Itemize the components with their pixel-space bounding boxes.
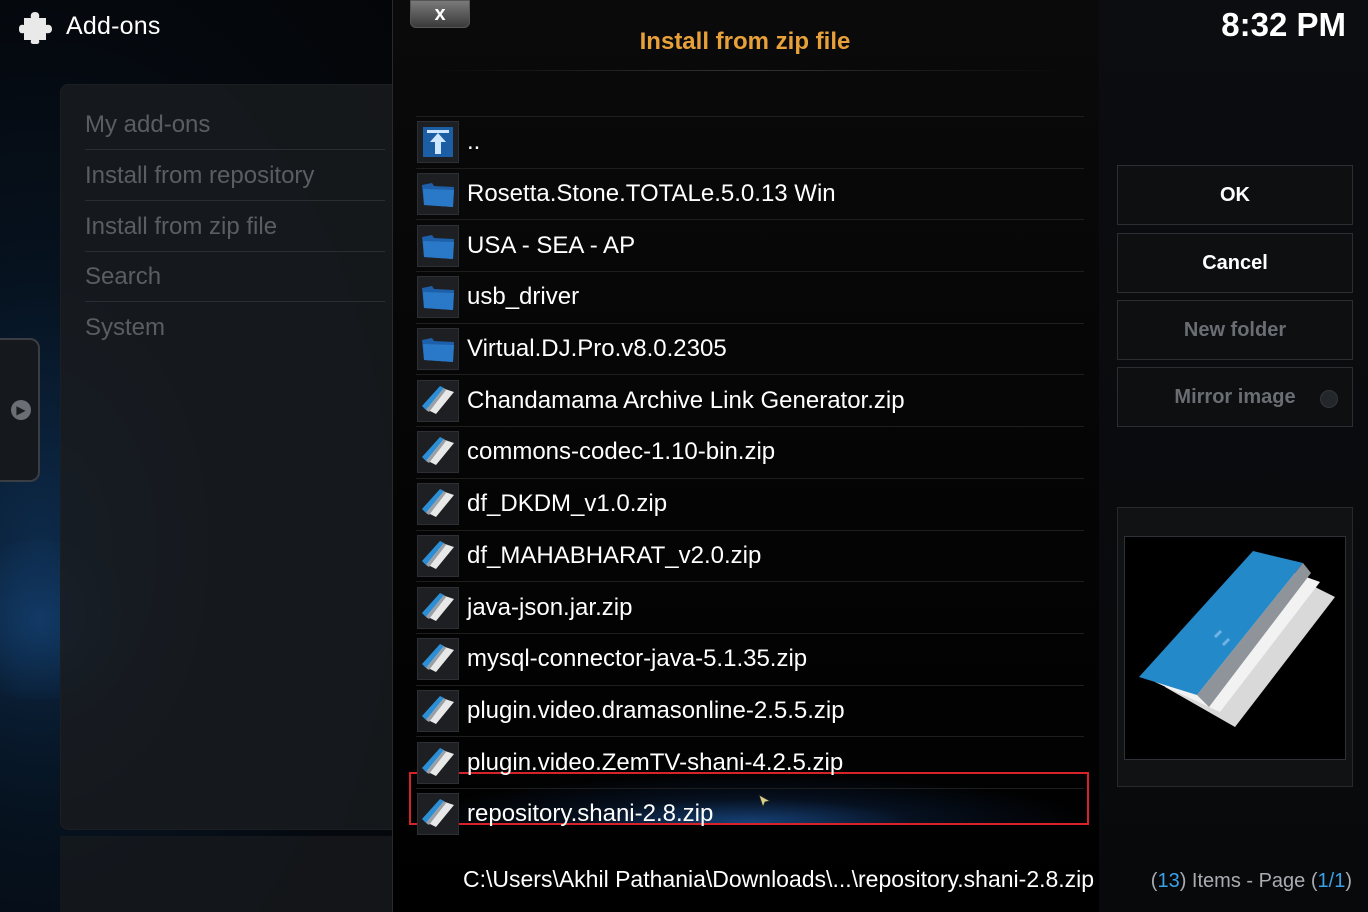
new-folder-button[interactable]: New folder — [1117, 300, 1353, 360]
sidebar-item-my-addons[interactable]: My add-ons — [85, 101, 385, 150]
items-page-count: (13) Items - Page (1/1) — [1151, 870, 1352, 893]
preview-panel — [1117, 507, 1353, 787]
list-item-zip[interactable]: plugin.video.ZemTV-shani-4.2.5.zip — [416, 736, 1084, 788]
clock: 8:32 PM — [1221, 6, 1346, 43]
list-item-zip[interactable]: df_DKDM_v1.0.zip — [416, 477, 1084, 530]
items-count-close-paren: ) — [1345, 870, 1352, 892]
zip-file-icon — [417, 586, 459, 629]
sidebar-item-install-from-repository[interactable]: Install from repository — [85, 152, 385, 201]
sidebar-item-search[interactable]: Search — [85, 253, 385, 302]
mirror-image-label: Mirror image — [1174, 386, 1296, 408]
folder-icon — [417, 276, 459, 319]
file-name: Chandamama Archive Link Generator.zip — [467, 386, 905, 414]
list-item-parent[interactable]: .. — [416, 116, 1084, 168]
sidebar: My add-ons Install from repository Insta… — [60, 84, 397, 830]
sidebar-item-install-from-zip[interactable]: Install from zip file — [85, 203, 385, 252]
file-name: java-json.jar.zip — [467, 593, 633, 621]
file-name: mysql-connector-java-5.1.35.zip — [467, 645, 808, 673]
items-count-number: 13 — [1157, 870, 1180, 892]
side-panel-toggle[interactable]: ▶ — [0, 338, 40, 482]
zip-file-icon — [417, 534, 459, 577]
sidebar-footer — [60, 836, 395, 912]
items-count-mid: ) Items - Page ( — [1179, 870, 1318, 892]
close-button[interactable]: x — [410, 0, 470, 28]
mirror-image-toggle[interactable]: Mirror image — [1117, 367, 1353, 427]
list-item-zip[interactable]: java-json.jar.zip — [416, 581, 1084, 633]
list-item-zip[interactable]: Chandamama Archive Link Generator.zip — [416, 374, 1084, 426]
chevron-right-icon: ▶ — [11, 400, 31, 420]
file-name: USA - SEA - AP — [467, 231, 636, 259]
puzzle-icon — [19, 12, 52, 44]
dialog-title: Install from zip file — [639, 28, 851, 55]
folder-icon — [417, 224, 459, 267]
folder-icon — [417, 173, 459, 216]
file-list: .. Rosetta.Stone.TOTALe.5.0.13 Win USA -… — [416, 116, 1084, 840]
divider — [430, 70, 1066, 71]
zip-file-icon — [417, 638, 459, 681]
zip-file-preview-icon — [1139, 551, 1335, 727]
list-item-zip[interactable]: commons-codec-1.10-bin.zip — [416, 426, 1084, 478]
zip-file-icon — [417, 379, 459, 422]
file-name: Rosetta.Stone.TOTALe.5.0.13 Win — [467, 180, 836, 208]
items-page-number: 1/1 — [1317, 870, 1346, 892]
ok-button[interactable]: OK — [1117, 165, 1353, 225]
file-name: usb_driver — [467, 283, 580, 311]
header: Add-ons — [18, 8, 161, 44]
list-item-zip[interactable]: mysql-connector-java-5.1.35.zip — [416, 632, 1084, 685]
cancel-button[interactable]: Cancel — [1117, 233, 1353, 293]
file-name: plugin.video.ZemTV-shani-4.2.5.zip — [467, 748, 844, 776]
toggle-indicator — [1320, 390, 1338, 408]
selected-path: C:\Users\Akhil Pathania\Downloads\...\re… — [463, 866, 1095, 892]
file-name: commons-codec-1.10-bin.zip — [467, 438, 776, 466]
preview-image — [1124, 536, 1346, 760]
app-title: Add-ons — [66, 11, 161, 40]
file-name: Virtual.DJ.Pro.v8.0.2305 — [467, 335, 727, 363]
zip-file-icon — [417, 793, 459, 836]
zip-file-icon — [417, 689, 459, 732]
file-name: repository.shani-2.8.zip — [467, 800, 714, 828]
parent-folder-icon — [417, 121, 459, 164]
sidebar-item-system[interactable]: System — [85, 304, 385, 352]
mouse-cursor-icon — [758, 794, 772, 808]
list-item-zip-selected[interactable]: repository.shani-2.8.zip — [416, 787, 1084, 840]
list-item-folder[interactable]: usb_driver — [416, 271, 1084, 323]
folder-icon — [417, 328, 459, 371]
list-item-folder[interactable]: Virtual.DJ.Pro.v8.0.2305 — [416, 322, 1084, 375]
file-name: .. — [467, 128, 481, 156]
zip-file-icon — [417, 483, 459, 526]
list-item-folder[interactable]: USA - SEA - AP — [416, 219, 1084, 271]
zip-file-icon — [417, 431, 459, 474]
file-name: plugin.video.dramasonline-2.5.5.zip — [467, 696, 845, 724]
zip-file-icon — [417, 741, 459, 784]
list-item-zip[interactable]: plugin.video.dramasonline-2.5.5.zip — [416, 684, 1084, 737]
list-item-folder[interactable]: Rosetta.Stone.TOTALe.5.0.13 Win — [416, 167, 1084, 220]
list-item-zip[interactable]: df_MAHABHARAT_v2.0.zip — [416, 529, 1084, 582]
file-name: df_DKDM_v1.0.zip — [467, 490, 668, 518]
file-name: df_MAHABHARAT_v2.0.zip — [467, 541, 762, 569]
